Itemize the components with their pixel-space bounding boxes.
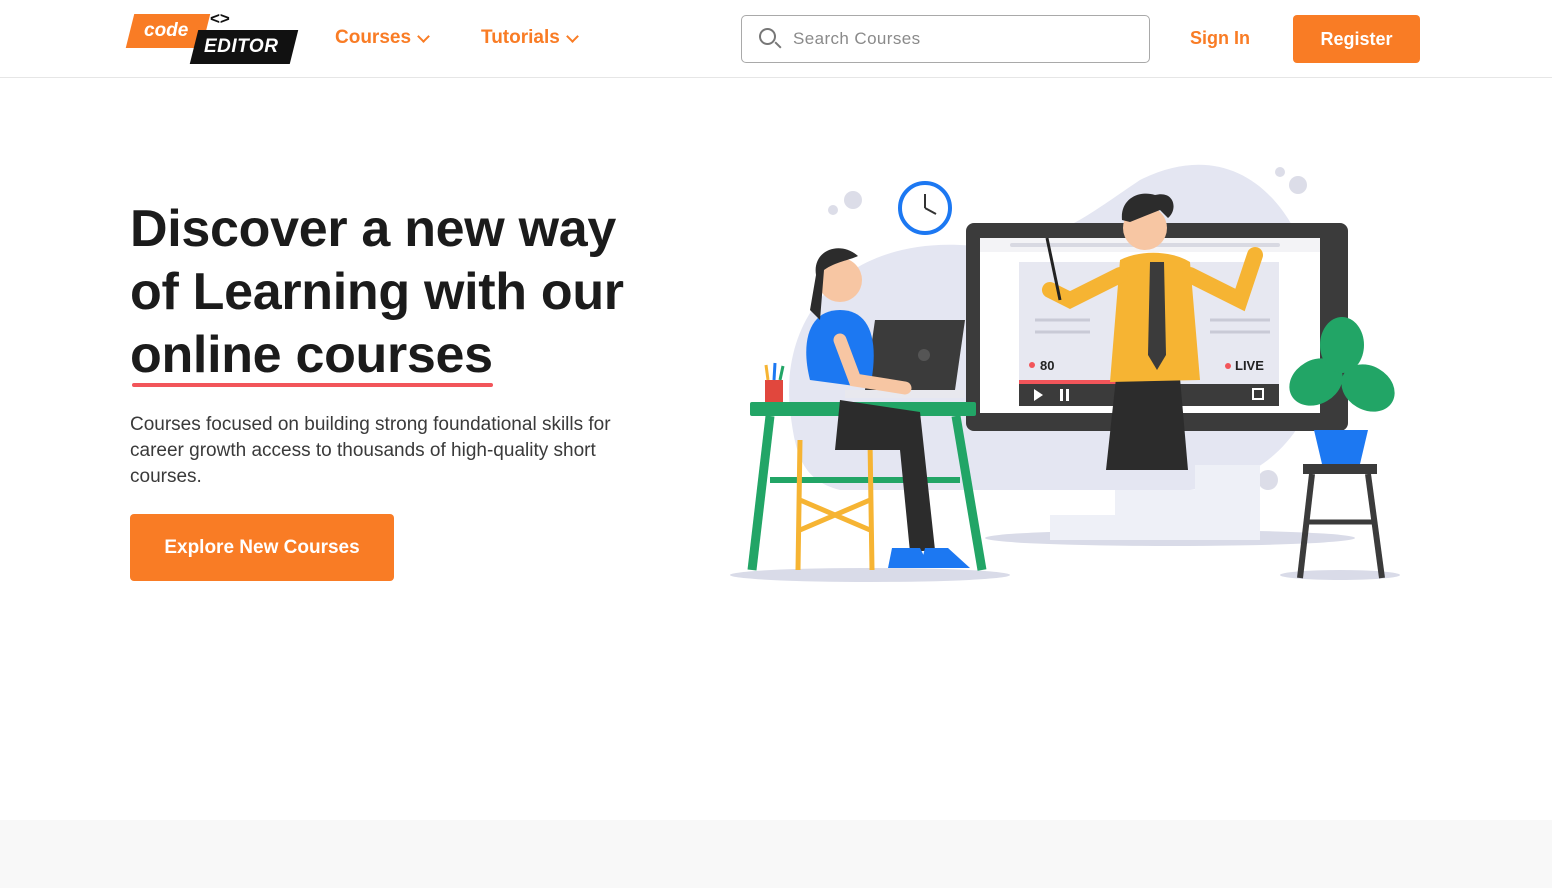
hero-description: Courses focused on building strong found…: [130, 414, 611, 487]
hero-illustration: 80 LIVE: [730, 164, 1400, 582]
chevron-down-icon: [417, 29, 430, 43]
next-section-band: [0, 820, 1552, 888]
explore-courses-button[interactable]: Explore New Courses: [130, 514, 394, 581]
logo-code-text: code: [144, 20, 189, 41]
live-badge: LIVE: [1235, 358, 1264, 373]
chevron-down-icon: [565, 29, 579, 43]
sign-in-link[interactable]: Sign In: [1190, 28, 1250, 49]
logo-editor-text: EDITOR: [204, 36, 279, 57]
hero-title: Discover a new way of Learning with our …: [130, 198, 690, 387]
search-box[interactable]: [741, 15, 1150, 63]
logo-brackets-icon: <>: [210, 9, 230, 28]
nav-courses-dropdown[interactable]: Courses: [335, 27, 430, 49]
hero-title-line1: Discover a new way: [130, 200, 616, 258]
brand-logo[interactable]: code EDITOR <>: [125, 9, 300, 66]
hero-title-line2: of Learning with our: [130, 263, 624, 321]
site-header: code EDITOR <> Courses Tutorials Sign In…: [0, 0, 1552, 78]
nav-tutorials-dropdown[interactable]: Tutorials: [481, 27, 579, 49]
register-button[interactable]: Register: [1293, 15, 1420, 63]
search-icon: [757, 26, 783, 52]
search-input[interactable]: [793, 29, 1133, 49]
viewer-count: 80: [1040, 358, 1054, 373]
nav-courses-label: Courses: [335, 27, 412, 48]
hero-title-highlight: online courses: [130, 324, 493, 387]
nav-tutorials-label: Tutorials: [481, 27, 560, 48]
